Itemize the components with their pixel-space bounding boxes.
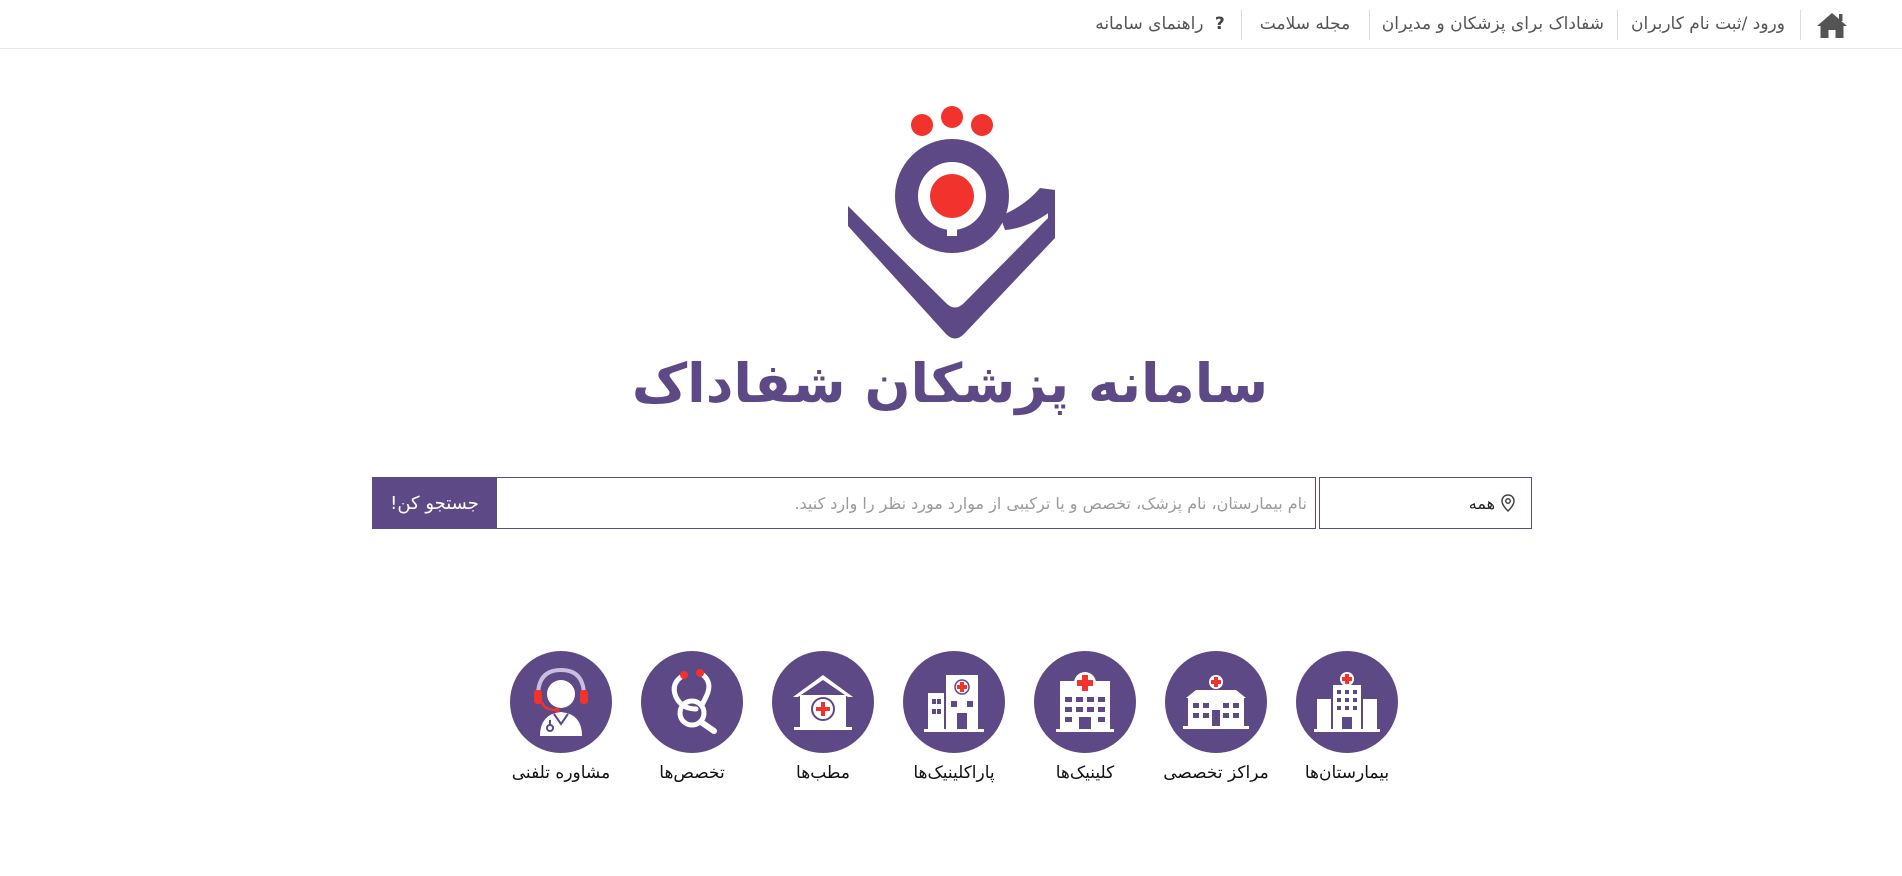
clinic-icon: [1056, 672, 1114, 732]
category-label: مطب‌ها: [796, 763, 850, 783]
category-label: بیمارستان‌ها: [1304, 763, 1390, 783]
category-circle: [1296, 651, 1398, 753]
category-label: مشاوره تلفنی: [511, 763, 611, 783]
nav-magazine-link[interactable]: مجله سلامت: [1254, 12, 1356, 36]
phone-consult-icon: [534, 667, 588, 736]
top-navbar: ورود /ثبت نام کاربران شفاداک برای پزشکان…: [0, 0, 1902, 49]
category-circle: [1165, 651, 1267, 753]
category-label: مراکز تخصصی: [1163, 763, 1269, 783]
nav-divider: [1369, 10, 1370, 40]
office-icon: [793, 675, 853, 730]
home-button[interactable]: [1815, 8, 1849, 42]
stethoscope-icon: [671, 669, 717, 734]
category-circle: [641, 651, 743, 753]
nav-for-doctors-link[interactable]: شفاداک برای پزشکان و مدیران: [1382, 12, 1604, 36]
search-input[interactable]: [496, 477, 1316, 529]
map-pin-icon: [1501, 494, 1515, 512]
nav-divider: [1241, 10, 1242, 40]
hospital-icon: [1314, 672, 1380, 732]
category-offices[interactable]: مطب‌ها: [753, 651, 893, 783]
category-label: پاراکلینیک‌ها: [913, 763, 995, 783]
category-specialties[interactable]: تخصص‌ها: [622, 651, 762, 783]
nav-help-label: راهنمای سامانه: [1095, 14, 1204, 34]
category-hospitals[interactable]: بیمارستان‌ها: [1277, 651, 1417, 783]
nav-divider: [1800, 10, 1801, 40]
category-clinics[interactable]: کلینیک‌ها: [1015, 651, 1155, 783]
category-phone-consultation[interactable]: مشاوره تلفنی: [491, 651, 631, 783]
location-value: همه: [1468, 493, 1495, 513]
nav-divider: [1617, 10, 1618, 40]
home-icon: [1817, 13, 1847, 38]
category-circle: [772, 651, 874, 753]
category-label: تخصص‌ها: [659, 763, 725, 783]
category-paraclinics[interactable]: پاراکلینیک‌ها: [884, 651, 1024, 783]
category-label: کلینیک‌ها: [1055, 763, 1115, 783]
help-icon: ?: [1214, 14, 1225, 34]
category-specialty-centers[interactable]: مراکز تخصصی: [1146, 651, 1286, 783]
nav-login-link[interactable]: ورود /ثبت نام کاربران: [1628, 12, 1788, 36]
category-circle: [510, 651, 612, 753]
specialty-center-icon: [1183, 675, 1249, 729]
search-button[interactable]: جستجو کن!: [372, 477, 497, 529]
paraclinic-icon: [924, 675, 984, 732]
nav-help-link[interactable]: ? راهنمای سامانه: [1090, 12, 1230, 36]
category-circle: [903, 651, 1005, 753]
site-title: سامانه پزشکان شفاداک: [631, 352, 1269, 415]
shafadoc-logo: [848, 106, 1055, 339]
location-select[interactable]: همه: [1319, 477, 1532, 529]
category-circle: [1034, 651, 1136, 753]
